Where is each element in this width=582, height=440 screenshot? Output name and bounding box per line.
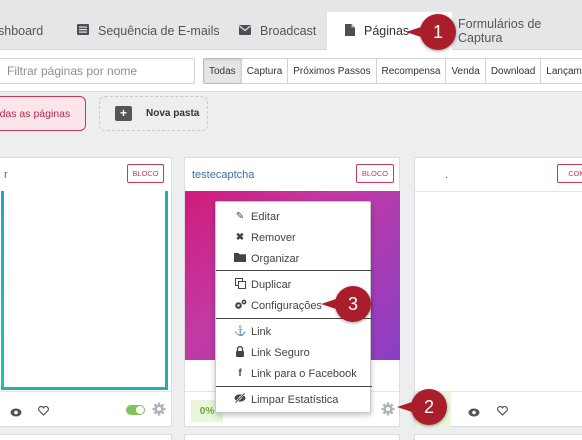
gear-icon[interactable]	[152, 402, 166, 421]
menu-item-limpar-estatistica[interactable]: Limpar Estatística	[216, 389, 372, 410]
menu-item-label: Link Seguro	[251, 346, 310, 359]
status-badge: BLOCO	[127, 164, 164, 183]
page-card: . COM	[414, 157, 582, 428]
menu-item-link-facebook[interactable]: f Link para o Facebook	[216, 363, 372, 384]
cogs-icon	[234, 299, 247, 313]
heart-icon[interactable]	[38, 403, 49, 421]
card-title[interactable]: testecaptcha	[192, 169, 254, 181]
menu-item-label: Duplicar	[251, 278, 292, 291]
eye-slash-icon	[234, 392, 246, 406]
card-title[interactable]: .	[445, 169, 448, 181]
menu-item-remover[interactable]: ✖ Remover	[216, 227, 372, 248]
eye-icon[interactable]	[468, 404, 480, 422]
menu-item-organizar[interactable]: Organizar	[216, 248, 372, 269]
page-card	[184, 434, 400, 440]
menu-item-editar[interactable]: ✎ Editar	[216, 206, 372, 227]
card-title[interactable]: r	[4, 169, 8, 181]
copy-icon	[234, 277, 246, 292]
menu-item-label: Limpar Estatística	[251, 393, 339, 406]
anchor-icon: ⚓	[234, 326, 247, 337]
new-folder-button[interactable]: + Nova pasta	[99, 96, 208, 131]
menu-item-label: Link para o Facebook	[251, 367, 357, 380]
filter-recompensa[interactable]: Recompensa	[375, 58, 447, 84]
status-badge: BLOCO	[356, 164, 394, 183]
folder-icon	[234, 252, 246, 265]
facebook-icon: f	[238, 368, 242, 379]
all-pages-button[interactable]: odas as páginas	[0, 96, 86, 131]
menu-item-label: Organizar	[251, 252, 300, 265]
filter-download[interactable]: Download	[484, 58, 542, 84]
card-header: r BLOCO	[0, 158, 171, 190]
callout-badge: 2	[397, 389, 447, 425]
thumbnail-edge	[1, 191, 4, 387]
callout-badge: 1	[406, 14, 456, 50]
tab-label: Sequência de E-mails	[98, 24, 220, 38]
filter-bar: Todas Captura Próximos Passos Recompensa…	[0, 50, 582, 92]
callout-badge: 3	[321, 286, 371, 322]
tab-dashboard[interactable]: shboard	[0, 12, 68, 50]
search-input[interactable]	[0, 58, 195, 84]
menu-item-link-seguro[interactable]: Link Seguro	[216, 342, 372, 363]
filter-captura[interactable]: Captura	[240, 58, 289, 84]
eye-icon[interactable]	[10, 404, 22, 422]
pencil-icon: ✎	[235, 211, 245, 222]
tab-formularios[interactable]: Formulários de Captura	[458, 12, 582, 50]
card-header: testecaptcha BLOCO	[185, 158, 399, 190]
menu-item-link[interactable]: ⚓ Link	[216, 321, 372, 342]
times-icon: ✖	[235, 232, 245, 243]
tab-label: Broadcast	[260, 24, 317, 38]
tab-label: Páginas	[364, 24, 410, 38]
status-badge: COM	[557, 164, 582, 183]
tab-broadcast[interactable]: Broadcast	[239, 12, 329, 50]
tab-label: Formulários de Captura	[458, 17, 542, 45]
filter-button-group: Todas Captura Próximos Passos Recompensa…	[203, 58, 582, 84]
menu-item-label: Link	[251, 325, 272, 338]
new-folder-label: Nova pasta	[146, 108, 200, 119]
gear-icon[interactable]	[381, 402, 395, 421]
filter-venda[interactable]: Venda	[445, 58, 486, 84]
menu-item-label: Editar	[251, 210, 280, 223]
filter-todas[interactable]: Todas	[203, 58, 242, 84]
folder-row: odas as páginas + Nova pasta	[0, 93, 582, 138]
menu-item-label: Configurações	[251, 299, 322, 312]
list-icon	[77, 24, 89, 38]
card-header: . COM	[415, 158, 582, 190]
folder-plus-icon: +	[115, 106, 132, 121]
page-thumbnail[interactable]	[415, 191, 582, 390]
page-card: r BLOCO	[0, 157, 172, 427]
lock-icon	[234, 345, 246, 360]
menu-item-label: Remover	[251, 231, 296, 244]
tab-label: shboard	[0, 24, 44, 38]
heart-icon[interactable]	[497, 403, 508, 421]
card-footer	[0, 391, 171, 428]
page-card	[0, 434, 172, 440]
menu-divider	[216, 270, 372, 271]
top-tab-nav: shboard Sequência de E-mails Broadcast P…	[0, 0, 582, 50]
publish-toggle[interactable]	[126, 405, 145, 415]
filter-proximos-passos[interactable]: Próximos Passos	[287, 58, 377, 84]
tab-sequencia-emails[interactable]: Sequência de E-mails	[77, 12, 237, 50]
page-card	[414, 434, 582, 440]
envelope-icon	[239, 24, 251, 38]
file-icon	[345, 23, 355, 39]
page-thumbnail[interactable]	[1, 191, 168, 390]
filter-lancamento[interactable]: Lançame	[540, 58, 582, 84]
menu-divider	[216, 386, 372, 387]
